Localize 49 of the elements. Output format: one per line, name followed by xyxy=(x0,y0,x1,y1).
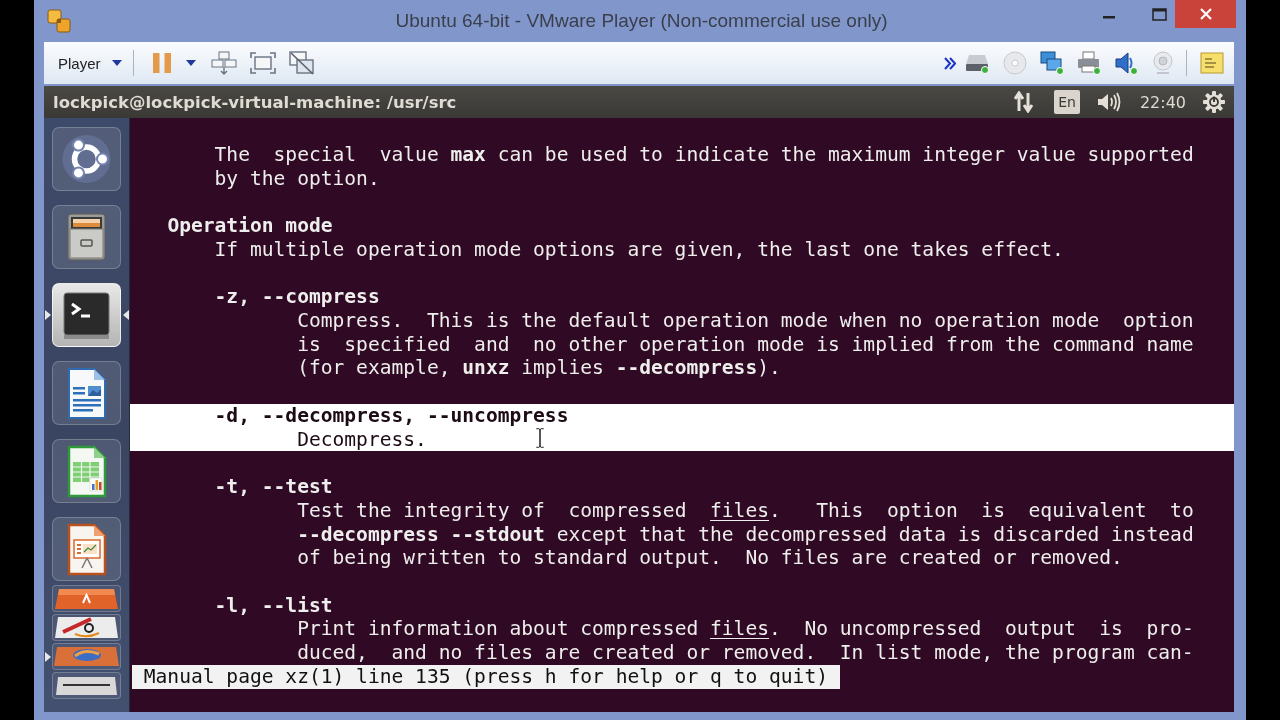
document-icon[interactable] xyxy=(51,361,121,425)
description-line: Test the integrity of compressed files. This option is equivalent to xyxy=(297,498,1194,522)
transfer-arrows-icon[interactable] xyxy=(1014,91,1035,113)
caret-icon xyxy=(111,60,122,66)
network-icon[interactable] xyxy=(1040,51,1064,75)
description-line: --decompress --stdout except that the decompressed data is discarded instead xyxy=(297,522,1194,546)
file-cabinet-icon[interactable] xyxy=(51,205,121,269)
paragraph-line: by the option. xyxy=(214,166,380,190)
close-button[interactable] xyxy=(1175,0,1236,28)
caret-icon[interactable] xyxy=(185,60,196,66)
description-line: Compress. This is the default operation mode when no operation mode option xyxy=(297,309,1194,333)
description-line: of being written to standard output. No files are created or removed. xyxy=(297,546,1123,570)
folded-app-icon[interactable] xyxy=(51,614,121,641)
fullscreen-icon[interactable] xyxy=(249,52,276,74)
description-line: duced, and no files are created or removed. In list mode, the program can- xyxy=(297,641,1194,665)
option-name: -t, --test xyxy=(214,475,333,499)
folded-app-icon[interactable] xyxy=(51,585,121,612)
window-title: lockpick@lockpick-virtual-machine: /usr/src xyxy=(53,92,457,112)
maximize-icon[interactable] xyxy=(1152,7,1167,21)
speaker-icon[interactable] xyxy=(1114,51,1138,75)
player-menu-button[interactable]: Player xyxy=(52,48,128,78)
close-icon xyxy=(1199,8,1212,20)
windows-slash-icon[interactable] xyxy=(288,51,315,75)
gear-icon[interactable] xyxy=(1203,91,1225,113)
folded-app-icon[interactable] xyxy=(51,672,121,699)
option-name: -d, --decompress, --uncompress xyxy=(214,403,569,427)
hard-disk-icon[interactable] xyxy=(966,52,990,74)
description-line: Print information about compressed files. No uncompressed output is pro- xyxy=(297,617,1194,641)
presentation-icon[interactable] xyxy=(51,517,121,581)
double-chevron-icon[interactable] xyxy=(944,56,956,70)
description-line: Decompress. xyxy=(297,427,427,451)
terminal-icon[interactable] xyxy=(51,283,121,347)
dash-logo-icon[interactable] xyxy=(51,127,121,191)
option-name: -z, --compress xyxy=(214,285,380,309)
paragraph-line: If multiple operation mode options are given, the last one takes effect. xyxy=(214,237,1064,261)
option-name: -l, --list xyxy=(214,593,333,617)
paragraph-line: The special value max can be used to indicate the maximum integer value supported xyxy=(214,143,1194,166)
volume-icon[interactable] xyxy=(1096,92,1122,112)
spreadsheet-icon[interactable] xyxy=(51,439,121,503)
description-line: is specified and no other operation mode is implied from the command name xyxy=(297,332,1194,356)
keyboard-layout-button[interactable]: En xyxy=(1054,90,1080,114)
clock[interactable]: 22:40 xyxy=(1139,92,1186,112)
printer-icon[interactable] xyxy=(1077,51,1101,75)
section-heading: Operation mode xyxy=(167,214,333,238)
squares-logo-icon xyxy=(47,9,71,33)
description-line: (for example, unxz implies --decompress). xyxy=(297,356,781,380)
text-cursor-icon xyxy=(535,427,545,449)
keys-icon[interactable] xyxy=(210,51,237,75)
window-title: Ubuntu 64-bit - VMware Player (Non-commercial use only) xyxy=(395,10,888,32)
